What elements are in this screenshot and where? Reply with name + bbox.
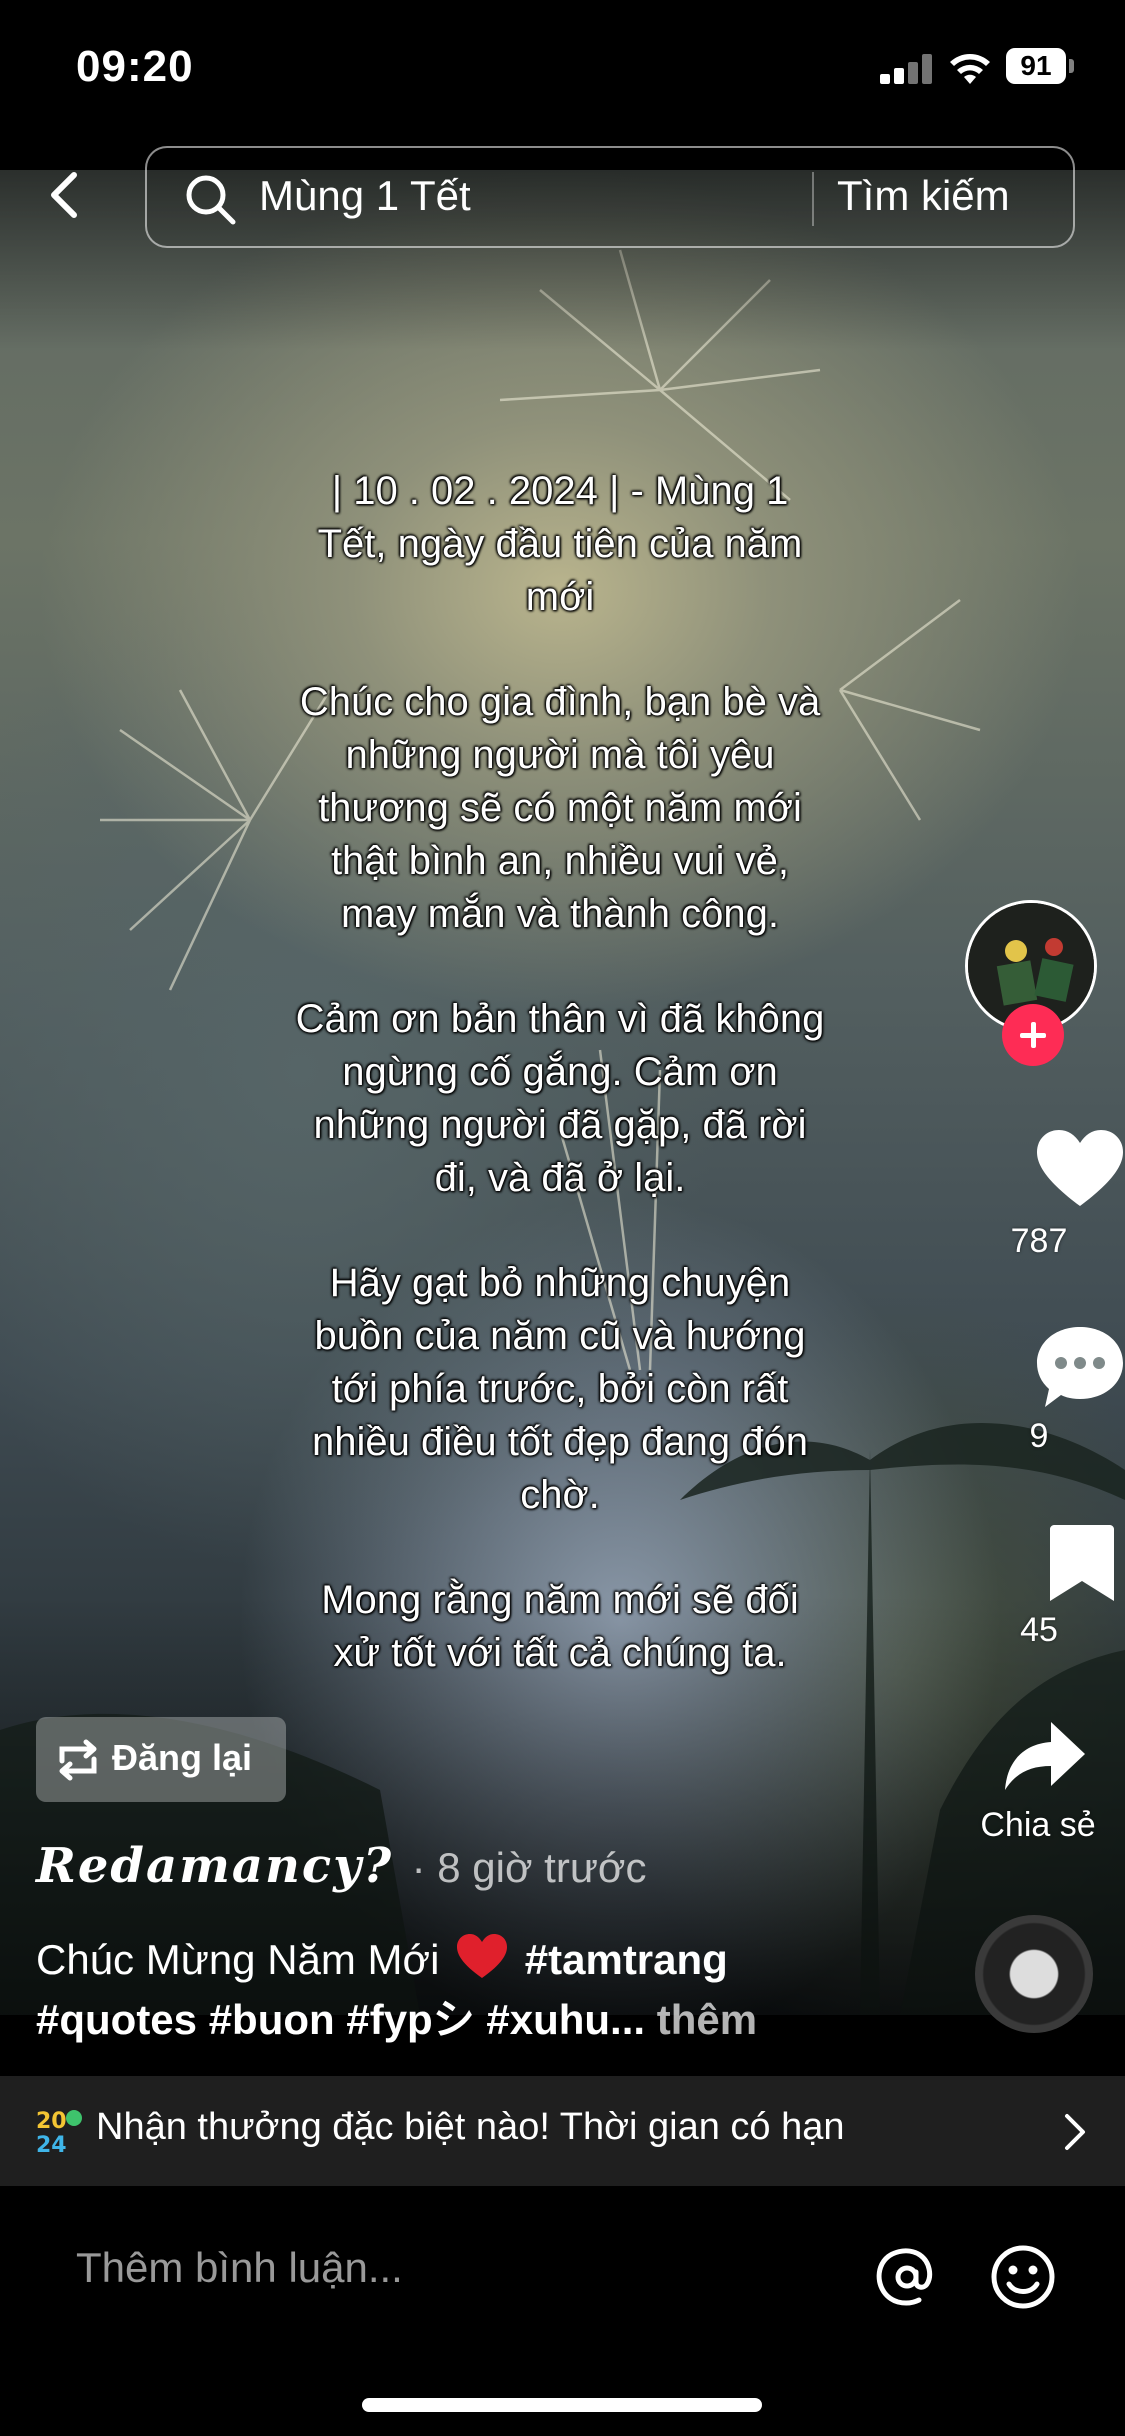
at-mention-icon[interactable] [872, 2242, 942, 2312]
search-divider [812, 172, 814, 226]
share-label[interactable]: Chia sẻ [958, 1806, 1118, 1845]
overlay-paragraph: Chúc cho gia đình, bạn bè và những người… [299, 680, 821, 936]
heart-icon[interactable] [1037, 1130, 1123, 1210]
save-count: 45 [1020, 1611, 1058, 1649]
promo-banner[interactable]: 20 24 Nhận thưởng đặc biệt nào! Thời gia… [0, 2076, 1125, 2186]
svg-text:20: 20 [36, 2109, 67, 2134]
caption-hashtags[interactable]: #quotes #buon #fypシ #xuhu... [36, 1996, 645, 2043]
share-icon[interactable] [1005, 1722, 1085, 1792]
video-caption[interactable]: Chúc Mừng Năm Mới #tamtrang #quotes #buo… [36, 1930, 966, 2050]
search-button[interactable]: Tìm kiếm [837, 172, 1010, 220]
search-bar[interactable]: Mùng 1 Tết Tìm kiếm [145, 146, 1075, 248]
more-link[interactable]: thêm [657, 1996, 757, 2043]
back-button[interactable] [40, 165, 90, 225]
repost-icon [59, 1739, 97, 1781]
overlay-paragraph: Mong rằng năm mới sẽ đối xử tốt với tất … [321, 1578, 799, 1675]
battery-tip [1069, 59, 1074, 73]
status-bar: 09:20 91 [0, 0, 1125, 140]
repost-label: Đăng lại [112, 1737, 253, 1778]
post-time: · 8 giờ trước [411, 1844, 647, 1891]
chevron-right-icon[interactable] [1062, 2112, 1088, 2152]
author-name[interactable]: Redamancy? [36, 1838, 393, 1894]
battery-icon: 91 [1006, 48, 1066, 84]
music-disc-icon[interactable] [975, 1915, 1093, 2033]
repost-button[interactable]: Đăng lại [36, 1717, 286, 1802]
cellular-signal-icon [880, 54, 934, 84]
video-overlay-text: | 10 . 02 . 2024 | - Mùng 1 Tết, ngày đầ… [295, 465, 825, 1732]
comment-icon[interactable] [1035, 1325, 1125, 1411]
wifi-icon [950, 54, 990, 84]
caption-hashtags[interactable]: #tamtrang [525, 1936, 728, 1983]
overlay-paragraph: | 10 . 02 . 2024 | - Mùng 1 Tết, ngày đầ… [317, 469, 803, 619]
overlay-paragraph: Cảm ơn bản thân vì đã không ngừng cố gắn… [295, 997, 825, 1200]
search-icon [186, 175, 236, 225]
comment-input[interactable]: Thêm bình luận... [76, 2244, 403, 2292]
search-query[interactable]: Mùng 1 Tết [259, 172, 471, 220]
bookmark-icon[interactable] [1050, 1525, 1114, 1603]
home-indicator[interactable] [362, 2398, 762, 2412]
red-heart-emoji-icon [457, 1934, 508, 1978]
status-time: 09:20 [76, 42, 194, 91]
overlay-paragraph: Hãy gạt bỏ những chuyện buồn của năm cũ … [312, 1261, 808, 1517]
like-count: 787 [1010, 1222, 1068, 1260]
follow-button[interactable] [1002, 1004, 1064, 1066]
promo-text: Nhận thưởng đặc biệt nào! Thời gian có h… [96, 2106, 845, 2148]
caption-text: Chúc Mừng Năm Mới [36, 1936, 440, 1983]
gift-2024-icon: 20 24 [36, 2109, 82, 2156]
svg-text:24: 24 [36, 2133, 67, 2156]
author-line: Redamancy? · 8 giờ trước [36, 1838, 646, 1894]
emoji-icon[interactable] [988, 2242, 1058, 2312]
comment-count: 9 [1029, 1417, 1049, 1455]
